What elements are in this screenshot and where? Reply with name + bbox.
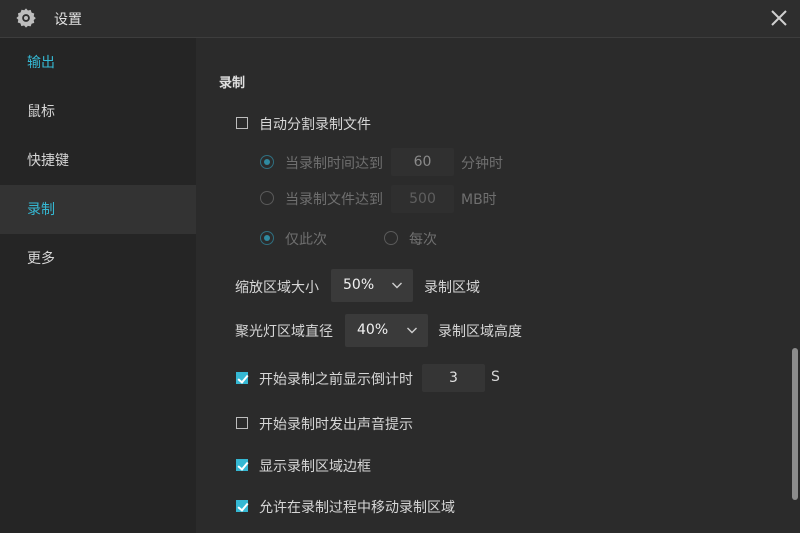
close-icon[interactable] <box>767 6 791 30</box>
zoom-value: 50% <box>343 277 375 293</box>
sidebar-item-mouse[interactable]: 鼠标 <box>0 87 196 136</box>
split-size-input[interactable]: 500 <box>391 185 454 213</box>
split-time-input[interactable]: 60 <box>391 148 454 176</box>
countdown-label: 开始录制之前显示倒计时 <box>259 372 413 388</box>
split-by-time-label: 当录制时间达到 <box>285 156 383 172</box>
spotlight-suffix: 录制区域高度 <box>438 324 522 340</box>
countdown-input[interactable]: 3 <box>422 364 485 392</box>
auto-split-label: 自动分割录制文件 <box>259 117 371 133</box>
allow-move-label: 允许在录制过程中移动录制区域 <box>259 500 455 516</box>
sidebar: 输出 鼠标 快捷键 录制 更多 <box>0 38 196 533</box>
sidebar-item-label: 鼠标 <box>27 104 55 120</box>
zoom-label: 缩放区域大小 <box>235 280 319 296</box>
sound-prompt-label: 开始录制时发出声音提示 <box>259 417 413 433</box>
zoom-select[interactable]: 50% <box>331 269 413 302</box>
section-title: 录制 <box>219 76 246 91</box>
sidebar-item-label: 录制 <box>27 202 55 218</box>
only-this-time-radio[interactable] <box>260 231 274 245</box>
spotlight-select[interactable]: 40% <box>345 314 428 347</box>
scrollbar-thumb[interactable] <box>792 348 798 500</box>
split-time-unit: 分钟时 <box>461 156 503 172</box>
gear-icon <box>16 8 36 28</box>
sidebar-item-recording[interactable]: 录制 <box>0 185 196 234</box>
spotlight-value: 40% <box>357 322 389 338</box>
every-time-radio[interactable] <box>384 231 398 245</box>
zoom-suffix: 录制区域 <box>424 280 480 296</box>
sidebar-item-output[interactable]: 输出 <box>0 38 196 87</box>
split-by-size-label: 当录制文件达到 <box>285 192 383 208</box>
split-size-unit: MB时 <box>461 192 497 208</box>
sidebar-item-label: 输出 <box>27 55 55 71</box>
split-by-time-radio[interactable] <box>260 155 274 169</box>
only-this-time-label: 仅此次 <box>285 232 327 248</box>
chevron-down-icon <box>407 327 417 334</box>
title-bar: 设置 <box>0 0 800 38</box>
auto-split-checkbox[interactable] <box>236 117 248 129</box>
every-time-label: 每次 <box>409 232 437 248</box>
split-by-size-radio[interactable] <box>260 191 274 205</box>
show-border-label: 显示录制区域边框 <box>259 459 371 475</box>
sound-prompt-checkbox[interactable] <box>236 417 248 429</box>
sidebar-item-hotkeys[interactable]: 快捷键 <box>0 136 196 185</box>
chevron-down-icon <box>392 282 402 289</box>
show-border-checkbox[interactable] <box>236 459 248 471</box>
countdown-unit: S <box>491 369 500 385</box>
sidebar-item-label: 快捷键 <box>27 153 69 169</box>
sidebar-item-label: 更多 <box>27 251 55 267</box>
countdown-checkbox[interactable] <box>236 372 248 384</box>
window-title: 设置 <box>54 12 82 28</box>
sidebar-item-more[interactable]: 更多 <box>0 234 196 283</box>
allow-move-checkbox[interactable] <box>236 500 248 512</box>
spotlight-label: 聚光灯区域直径 <box>235 324 333 340</box>
